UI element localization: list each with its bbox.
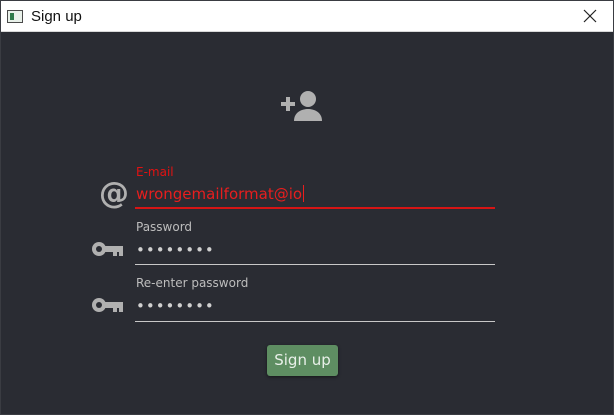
close-icon — [583, 9, 597, 23]
password-field[interactable]: •••••••• — [135, 237, 495, 265]
at-icon: @ — [99, 176, 129, 211]
password-value: •••••••• — [136, 241, 215, 259]
signup-window: Sign up @ E-mail wrongemailformat@io Pas… — [0, 0, 614, 415]
reenter-password-field[interactable]: •••••••• — [135, 293, 495, 322]
key-icon — [92, 298, 123, 312]
email-field[interactable]: wrongemailformat@io — [135, 181, 495, 209]
text-caret — [303, 185, 305, 202]
password-label: Password — [136, 220, 193, 234]
close-button[interactable] — [567, 1, 613, 32]
key-icon — [92, 242, 123, 256]
signup-form: @ E-mail wrongemailformat@io Password ••… — [1, 32, 613, 414]
reenter-password-value: •••••••• — [136, 297, 215, 315]
window-title: Sign up — [31, 8, 82, 25]
email-value: wrongemailformat@io — [136, 185, 303, 203]
email-label: E-mail — [136, 165, 174, 179]
add-user-icon — [281, 91, 322, 121]
reenter-password-label: Re-enter password — [136, 276, 249, 290]
title-bar[interactable]: Sign up — [1, 1, 613, 32]
app-icon — [7, 10, 23, 23]
signup-button[interactable]: Sign up — [267, 345, 338, 376]
